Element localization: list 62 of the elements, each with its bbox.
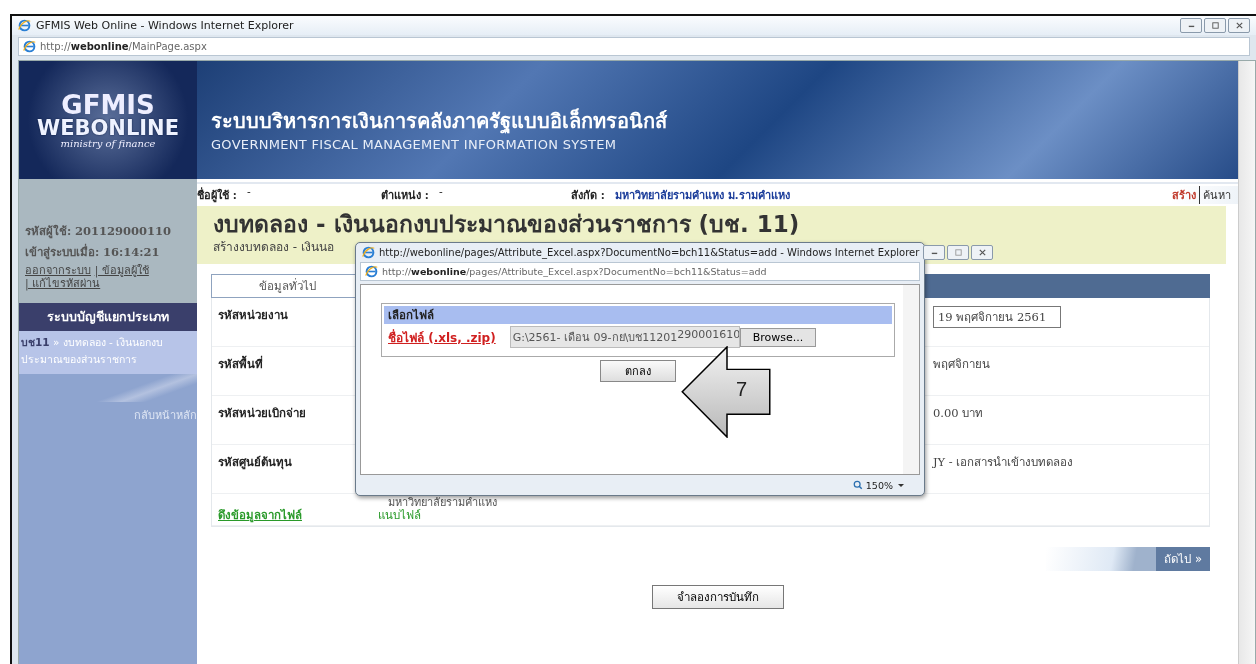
scrollbar[interactable] bbox=[903, 285, 919, 474]
address-bar[interactable]: http://webonline/pages/Attribute_Excel.aspx?DocumentNo=bch11&Status=add bbox=[360, 262, 920, 281]
login-time-label: เข้าสู่ระบบเมื่อ: bbox=[25, 244, 100, 259]
page-subtitle: สร้างงบทดลอง - เงินนอ bbox=[213, 239, 334, 257]
menu-title: ระบบบัญชีแยกประเภท bbox=[19, 303, 197, 331]
user-link[interactable]: | แก้ไขรหัสผ่าน bbox=[25, 277, 101, 291]
field-label: รหัสหน่วยเบิกจ่าย bbox=[218, 405, 307, 423]
menu-item[interactable]: บช11 » งบทดลอง - เงินนอกงบประมาณของส่วนราชการ bbox=[19, 331, 197, 374]
address-text: http://webonline/pages/Attribute_Excel.aspx?DocumentNo=bch11&Status=add bbox=[382, 266, 767, 277]
field-label: รหัสหน่วยงาน bbox=[218, 307, 289, 325]
file-name-label: ชื่อไฟล์ (.xls, .zip) bbox=[388, 328, 496, 347]
ok-button[interactable]: ตกลง bbox=[600, 360, 676, 382]
browser-logo-icon bbox=[18, 19, 31, 32]
header-action-link[interactable]: ค้นหา bbox=[1199, 186, 1234, 204]
close-icon bbox=[1234, 21, 1244, 30]
zoom-level[interactable]: 150% bbox=[865, 479, 893, 491]
field-label: รหัสศูนย์ต้นทุน bbox=[218, 454, 293, 472]
browser-logo-icon bbox=[362, 245, 375, 259]
zoom-icon bbox=[852, 480, 863, 490]
user-link[interactable]: ออกจากระบบ bbox=[25, 263, 91, 277]
close-icon bbox=[977, 247, 987, 257]
close-button[interactable] bbox=[1228, 18, 1250, 33]
maximize-button[interactable] bbox=[1204, 18, 1226, 33]
field-value: พฤศจิกายน bbox=[933, 356, 991, 374]
window-title: GFMIS Web Online - Windows Internet Explorer bbox=[36, 19, 295, 32]
maximize-icon bbox=[1210, 21, 1220, 30]
header-value: - bbox=[438, 186, 443, 201]
scrollbar[interactable] bbox=[1238, 61, 1255, 664]
minimize-button[interactable] bbox=[1180, 18, 1202, 33]
panel-title: เลือกไฟล์ bbox=[384, 306, 892, 324]
maximize-icon bbox=[953, 247, 963, 257]
address-bar[interactable]: http://webonline/MainPage.aspx bbox=[18, 37, 1250, 56]
logo-text: WEBONLINE bbox=[36, 117, 180, 139]
login-time: 16:14:21 bbox=[102, 244, 160, 259]
user-id: 201129000110 bbox=[74, 223, 171, 238]
logo-text: ministry of finance bbox=[60, 138, 156, 149]
logo-text: GFMIS bbox=[61, 91, 155, 118]
next-button[interactable]: ถัดไป » bbox=[1156, 547, 1210, 572]
browser-logo-icon bbox=[23, 40, 36, 53]
header-label: ชื่อผู้ใช้ : bbox=[197, 186, 237, 204]
header-label: สังกัด : bbox=[571, 188, 605, 204]
callout-number: 7 bbox=[736, 378, 748, 401]
field-value: JY - เอกสารนำเข้างบทดลอง bbox=[933, 454, 1075, 472]
banner-title: ระบบบริหารการเงินการคลังภาครัฐแบบอิเล็กทรอนิกส์ bbox=[211, 107, 669, 136]
field-label: รหัสพื้นที่ bbox=[218, 355, 264, 374]
user-id-label: รหัสผู้ใช้: bbox=[25, 223, 72, 238]
header-value: - bbox=[246, 186, 251, 201]
banner-subtitle: GOVERNMENT FISCAL MANAGEMENT INFORMATION SYSTEM bbox=[211, 137, 618, 152]
browser-logo-icon bbox=[365, 265, 378, 278]
header-action-link[interactable]: สร้าง bbox=[1169, 186, 1199, 204]
page-title: งบทดลอง - เงินนอกงบประมาณของส่วนราชการ (บช. 11) bbox=[213, 212, 801, 238]
date-field[interactable]: 19 พฤศจิกายน 2561 bbox=[933, 306, 1061, 329]
field-value: 0.00 บาท bbox=[933, 405, 985, 423]
address-text: http://webonline/MainPage.aspx bbox=[40, 41, 207, 52]
save-button[interactable]: จำลองการบันทึก bbox=[651, 585, 784, 610]
import-file-link[interactable]: ดึงข้อมูลจากไฟล์ bbox=[218, 506, 378, 525]
file-path-field[interactable]: G:\2561- เดือน 09-กย\บช11201290001610 bbox=[509, 326, 740, 348]
header-value: มหาวิทยาลัยรามคำแหง ม.รามคำแหง bbox=[614, 188, 790, 204]
popup-title: http://webonline/pages/Attribute_Excel.aspx?DocumentNo=bch11&Status=add - Windows Internet Explorer bbox=[379, 246, 920, 258]
browse-button[interactable]: Browse... bbox=[739, 327, 817, 347]
header-label: ตำแหน่ง : bbox=[381, 188, 429, 204]
user-link[interactable]: | ข้อมูลผู้ใช้ bbox=[94, 263, 149, 277]
